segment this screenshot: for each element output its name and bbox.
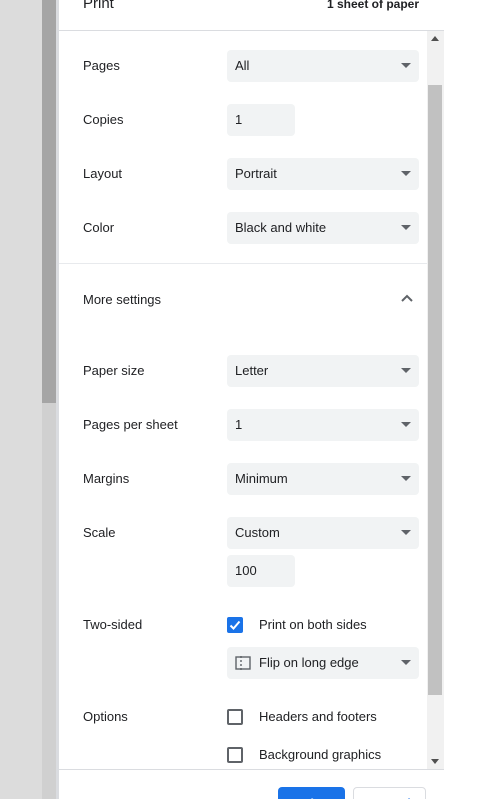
pages-per-sheet-select-value: 1 (235, 417, 243, 432)
print-dialog: Print 1 sheet of paper Pages All Copies … (59, 0, 444, 799)
two-sided-label: Two-sided (83, 617, 143, 632)
color-label: Color (83, 220, 115, 235)
dropdown-arrow-icon (401, 476, 411, 481)
paper-size-select[interactable]: Letter (227, 355, 419, 387)
settings-scrollbar-thumb[interactable] (428, 85, 442, 695)
background-preview-area (0, 0, 42, 799)
scale-select[interactable]: Custom (227, 517, 419, 549)
flip-edge-select-value: Flip on long edge (259, 655, 359, 670)
print-both-sides-checkbox[interactable] (227, 617, 243, 633)
section-divider (59, 263, 427, 264)
preview-scrollbar-track[interactable] (42, 403, 56, 799)
pages-select-value: All (235, 58, 250, 73)
scroll-down-arrow-icon[interactable] (431, 759, 439, 764)
dialog-footer: Print Cancel (59, 769, 444, 799)
chevron-up-icon[interactable] (400, 293, 414, 303)
copies-label: Copies (83, 112, 124, 127)
paper-size-select-value: Letter (235, 363, 269, 378)
layout-label: Layout (83, 166, 123, 181)
color-select[interactable]: Black and white (227, 212, 419, 244)
dropdown-arrow-icon (401, 368, 411, 373)
cancel-button[interactable]: Cancel (353, 787, 426, 799)
dropdown-arrow-icon (401, 171, 411, 176)
headers-footers-label[interactable]: Headers and footers (259, 709, 377, 725)
scale-select-value: Custom (235, 525, 280, 540)
dialog-header: Print 1 sheet of paper (59, 0, 444, 31)
pages-label: Pages (83, 58, 120, 73)
dropdown-arrow-icon (401, 660, 411, 665)
copies-input[interactable]: 1 (227, 104, 295, 136)
options-label: Options (83, 709, 128, 724)
margins-select-value: Minimum (235, 471, 288, 486)
print-both-sides-label[interactable]: Print on both sides (259, 617, 367, 633)
dropdown-arrow-icon (401, 63, 411, 68)
headers-footers-checkbox[interactable] (227, 709, 243, 725)
scale-custom-input[interactable]: 100 (227, 555, 295, 587)
scroll-up-arrow-icon[interactable] (431, 36, 439, 41)
color-select-value: Black and white (235, 220, 327, 235)
preview-scrollbar-thumb[interactable] (42, 0, 56, 403)
flip-long-edge-icon (235, 656, 251, 670)
settings-panel: Pages All Copies 1 Layout Portrait Color… (59, 31, 427, 769)
margins-select[interactable]: Minimum (227, 463, 419, 495)
more-settings-toggle[interactable]: More settings (83, 292, 161, 308)
background-graphics-label[interactable]: Background graphics (259, 747, 381, 763)
checkmark-icon (229, 620, 241, 630)
right-background (444, 0, 480, 799)
dialog-title: Print (83, 0, 114, 12)
dropdown-arrow-icon (401, 225, 411, 230)
layout-select[interactable]: Portrait (227, 158, 419, 190)
margins-label: Margins (83, 471, 130, 486)
layout-select-value: Portrait (235, 166, 277, 181)
dropdown-arrow-icon (401, 530, 411, 535)
scale-label: Scale (83, 525, 116, 540)
print-button[interactable]: Print (278, 787, 345, 799)
pages-per-sheet-label: Pages per sheet (83, 417, 178, 432)
paper-size-label: Paper size (83, 363, 145, 378)
pages-per-sheet-select[interactable]: 1 (227, 409, 419, 441)
dropdown-arrow-icon (401, 422, 411, 427)
flip-edge-select[interactable]: Flip on long edge (227, 647, 419, 679)
pages-select[interactable]: All (227, 50, 419, 82)
sheet-count: 1 sheet of paper (326, 0, 419, 11)
background-graphics-checkbox[interactable] (227, 747, 243, 763)
